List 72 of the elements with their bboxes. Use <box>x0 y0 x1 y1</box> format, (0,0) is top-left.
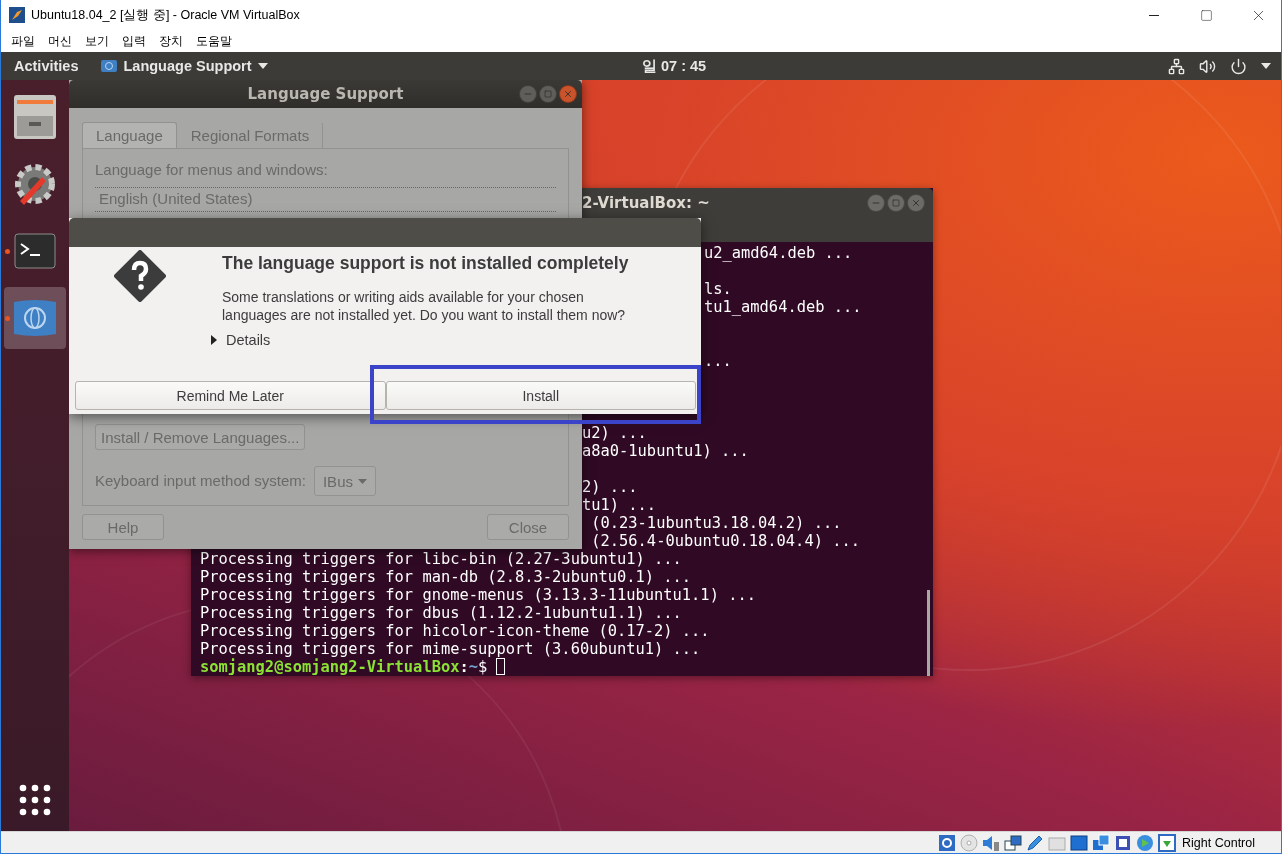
terminal-line: ... <box>704 352 732 370</box>
volume-icon[interactable] <box>1199 57 1216 75</box>
maximize-icon <box>544 90 552 98</box>
terminal-line: tu1_amd64.deb ... <box>704 298 862 316</box>
terminal-line: Processing triggers for man-db (2.8.3-2ubuntu0.1) ... <box>200 568 692 586</box>
dialog-button[interactable]: Remind Me Later <box>75 381 386 410</box>
menu-item[interactable]: 도움말 <box>190 32 238 50</box>
terminal-line: Processing triggers for hicolor-icon-theme (0.17-2) ... <box>200 622 710 640</box>
flag-icon <box>101 59 118 73</box>
apps-grid-icon[interactable] <box>18 783 52 817</box>
pen-icon[interactable] <box>1026 833 1045 852</box>
dialog-button[interactable]: Install <box>385 381 696 410</box>
menu-item[interactable]: 머신 <box>42 32 78 50</box>
terminal-line: Processing triggers for dbus (1.12.2-1ubuntu1.1) ... <box>200 604 682 622</box>
terminal-line: 2) ... <box>582 478 638 496</box>
prompt-symbol: $ <box>478 658 488 676</box>
terminal-title: 2-VirtualBox: ~ <box>582 194 710 212</box>
window-title: Ubuntu18.04_2 [실행 중] - Oracle VM VirtualBox <box>31 6 301 24</box>
network-icon[interactable] <box>1168 57 1185 75</box>
caret-icon <box>357 478 367 484</box>
terminal-line: tu1) ... <box>582 496 657 514</box>
terminal-line: u2_amd64.deb ... <box>704 244 853 262</box>
prompt-path: ~ <box>468 658 478 676</box>
prompt-user: somjang2@somjang2-VirtualBox <box>200 658 460 676</box>
prompt-separator: : <box>459 658 469 676</box>
menus-language-label: Language for menus and windows: <box>95 161 329 179</box>
terminal-line: u2) ... <box>582 424 647 442</box>
dialog-message: Some translations or writing aids available for your chosen languages are not installed yet. Do you want to install them now? <box>222 288 627 324</box>
close-button[interactable] <box>559 85 577 103</box>
menu-item[interactable]: 입력 <box>116 32 152 50</box>
clock[interactable]: 일 07 : 45 <box>642 56 707 76</box>
close-icon <box>563 89 573 99</box>
menu-item[interactable]: 보기 <box>79 32 115 50</box>
menu-item[interactable]: 파일 <box>5 32 41 50</box>
host-key-label: Right Control <box>1182 835 1255 850</box>
flag-globe-icon <box>12 298 58 338</box>
gear-wrench-icon <box>12 161 58 207</box>
activities-button[interactable]: Activities <box>14 58 79 74</box>
minimize-icon <box>1149 14 1159 16</box>
power-icon[interactable] <box>1230 57 1247 75</box>
chip-icon[interactable] <box>1114 833 1133 852</box>
caret-icon[interactable] <box>1261 63 1271 69</box>
app-icon <box>9 7 25 23</box>
details-expander[interactable]: Details <box>210 332 271 348</box>
menu-item[interactable]: 장치 <box>153 32 189 50</box>
terminal-line: a8a0-1ubuntu1) ... <box>582 442 749 460</box>
close-icon <box>911 198 921 208</box>
app-menu[interactable]: Language Support <box>123 58 252 74</box>
terminal-icon <box>14 233 56 269</box>
download-icon[interactable] <box>1158 833 1177 852</box>
speaker-icon[interactable] <box>982 833 1001 852</box>
maximize-icon <box>1199 8 1213 22</box>
screens-icon[interactable] <box>1004 833 1023 852</box>
terminal-line: (0.23-1ubuntu3.18.04.2) ... <box>590 514 842 532</box>
file-cabinet-icon <box>13 94 57 140</box>
input-method-label: Keyboard input method system: <box>95 472 306 490</box>
caret-icon <box>257 63 268 69</box>
maximize-icon <box>892 199 900 207</box>
terminal-line: ls. <box>704 280 732 298</box>
dialog-title: The language support is not installed completely <box>222 253 629 274</box>
terminal-line: Processing triggers for gnome-menus (3.13.3-11ubuntu1.1) ... <box>200 586 756 604</box>
dock-item[interactable] <box>4 287 66 349</box>
windows-icon[interactable] <box>1092 833 1111 852</box>
monitor-icon[interactable] <box>1070 833 1089 852</box>
terminal-line: (2.56.4-0ubuntu0.18.04.4) ... <box>590 532 860 550</box>
terminal-line: Processing triggers for mime-support (3.60ubuntu1) ... <box>200 640 701 658</box>
scrollbar[interactable] <box>927 590 930 676</box>
question-icon <box>114 250 166 302</box>
close-button[interactable] <box>907 194 925 212</box>
cursor <box>496 658 506 675</box>
terminal-line: Processing triggers for libc-bin (2.27-3ubuntu1) ... <box>200 550 682 568</box>
window-title: Language Support <box>247 85 404 103</box>
